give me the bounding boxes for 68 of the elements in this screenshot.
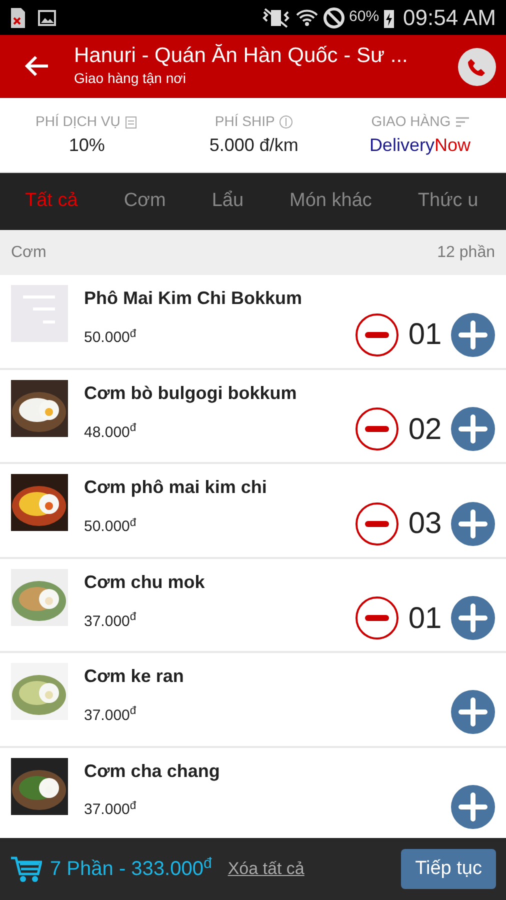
quantity: 03 (407, 506, 443, 542)
increase-button[interactable] (451, 690, 495, 734)
increase-button[interactable] (451, 502, 495, 546)
vibrate-mute-icon (261, 6, 292, 28)
category-tab[interactable]: Thức u (418, 187, 478, 216)
info-value: 10% (68, 134, 106, 157)
back-button[interactable] (24, 54, 50, 78)
phone-icon (467, 56, 487, 76)
quantity: 01 (407, 600, 443, 636)
info-value: 5.000 đ/km (208, 134, 300, 157)
plus-icon (451, 502, 495, 546)
category-tab[interactable]: Tất cả (25, 187, 78, 216)
quantity: 01 (407, 317, 443, 353)
plus-icon (451, 596, 495, 640)
dish-price: 37.000$^{đ}$ (84, 799, 136, 820)
dish-price: 50.000$^{đ}$ (84, 516, 136, 538)
dish-name: Cơm phô mai kim chi (84, 476, 268, 499)
category-tab[interactable]: Lẩu (212, 187, 244, 216)
cart-icon (10, 855, 42, 883)
clock-time: 09:54 AM (403, 4, 496, 32)
restaurant-subtitle: Giao hàng tận nơi (74, 68, 187, 88)
dish-name: Cơm bò bulgogi bokkum (84, 382, 298, 405)
info-value: DeliveryNow (368, 134, 472, 157)
decrease-button[interactable] (355, 312, 399, 356)
category-tab[interactable]: Món khác (290, 187, 372, 216)
restaurant-title: Hanuri - Quán Ăn Hàn Quốc - Sư ... (74, 44, 409, 68)
plus-icon (451, 784, 495, 828)
increase-button[interactable] (451, 407, 495, 451)
coin-icon (278, 114, 293, 128)
info-label: GIAO HÀNG (371, 112, 451, 131)
blocked-icon (323, 6, 346, 28)
plus-icon (451, 407, 495, 451)
dish-price: 37.000$^{đ}$ (84, 704, 136, 726)
continue-button[interactable]: Tiếp tục (401, 848, 496, 890)
minus-icon (355, 502, 399, 546)
file-error-icon (10, 6, 26, 28)
decrease-button[interactable] (355, 407, 399, 451)
clear-all-link[interactable]: Xóa tất cả (228, 856, 304, 882)
increase-button[interactable] (451, 784, 495, 828)
increase-button[interactable] (451, 312, 495, 356)
sort-icon (454, 114, 469, 128)
dish-name: Cơm chu mok (84, 570, 206, 594)
dish-name: Phô Mai Kim Chi Bokkum (84, 287, 304, 310)
dish-price: 37.000$^{đ}$ (84, 610, 136, 632)
plus-icon (451, 690, 495, 734)
minus-icon (355, 312, 399, 356)
section-count: 12 phần (437, 242, 495, 262)
receipt-icon (124, 114, 138, 128)
dish-price: 50.000$^{đ}$ (84, 327, 136, 348)
call-button[interactable] (458, 48, 496, 86)
decrease-button[interactable] (355, 502, 399, 546)
battery-percent: 60% (349, 7, 380, 28)
section-title: Cơm (11, 242, 46, 262)
cart-summary: 7 Phần - 333.000$^{đ}$ (50, 854, 212, 882)
info-label: PHÍ DỊCH VỤ (36, 112, 120, 131)
dish-price: 48.000$^{đ}$ (84, 422, 136, 443)
dish-name: Cơm ke ran (84, 665, 185, 688)
category-tab[interactable]: Cơm (124, 187, 166, 216)
info-label: PHÍ SHIP (214, 112, 275, 131)
dish-name: Cơm cha chang (84, 760, 221, 783)
back-arrow-icon (24, 55, 50, 78)
decrease-button[interactable] (355, 596, 399, 640)
increase-button[interactable] (451, 596, 495, 640)
plus-icon (451, 312, 495, 356)
image-icon (38, 10, 56, 26)
minus-icon (355, 596, 399, 640)
minus-icon (355, 407, 399, 451)
quantity: 02 (407, 412, 443, 448)
